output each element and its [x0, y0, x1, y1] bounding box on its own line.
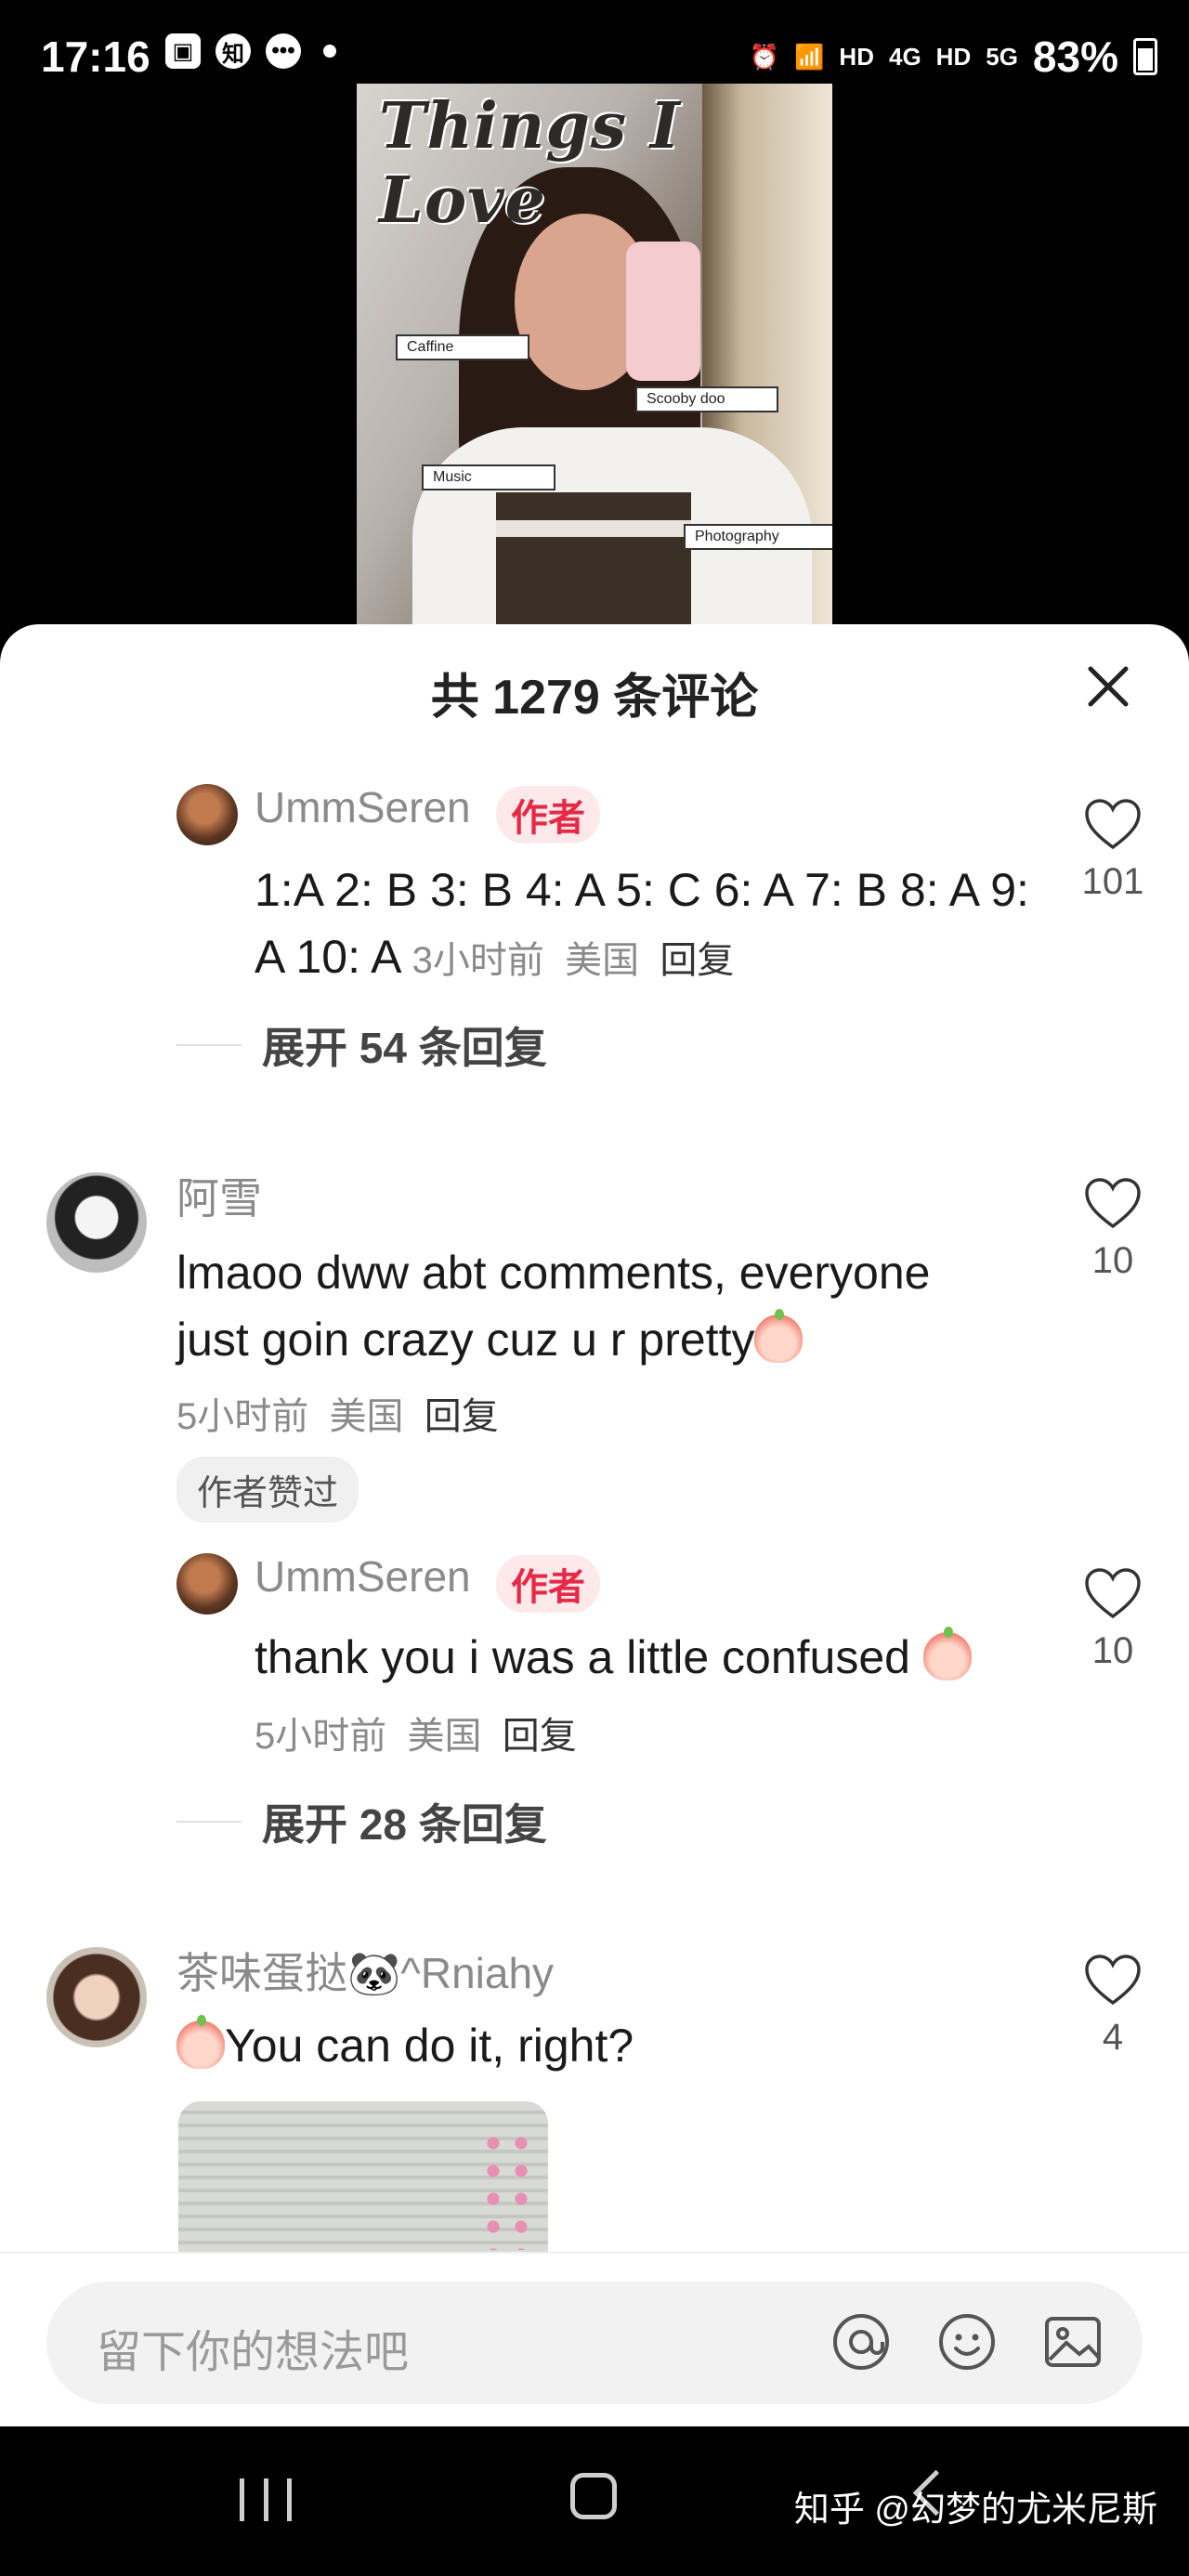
comment-input-placeholder: 留下你的想法吧 — [97, 2328, 410, 2377]
network-4g-label: 4G — [888, 42, 921, 71]
battery-percent: 83% — [1032, 33, 1118, 81]
comment-text: 1:A 2: B 3: B 4: A 5: C 6: A 7: B 8: A 9… — [255, 856, 1035, 994]
like-count: 4 — [1102, 2017, 1124, 2058]
comment-meta: 3小时前 美国 回复 — [412, 940, 735, 981]
author-badge: 作者 — [496, 1555, 600, 1613]
recent-apps-icon[interactable] — [240, 2478, 292, 2521]
status-right: ⏰ 📶 HD 4G HD 5G 83% — [750, 32, 1157, 82]
network-5g-label: 5G — [986, 42, 1018, 71]
hd-label-1: HD — [839, 42, 874, 71]
poster-top — [496, 492, 691, 632]
like-count: 10 — [1091, 1630, 1134, 1671]
comment-text: You can do it, right? — [176, 2012, 1013, 2079]
close-icon[interactable] — [1085, 663, 1131, 710]
poster-title: Things I Love — [379, 89, 681, 238]
comment-text-content: You can do it, right? — [225, 2020, 634, 2072]
sheet-title: 共 1279 条评论 — [430, 671, 759, 725]
comment-location: 美国 — [329, 1396, 404, 1437]
expand-replies-label[interactable]: 展开 28 条回复 — [262, 1791, 547, 1852]
heart-icon — [1085, 1178, 1141, 1229]
comment-text: lmaoo dww abt comments, everyone just go… — [176, 1239, 1013, 1373]
poster-tag-scooby: Scooby doo — [635, 386, 778, 412]
reply-button[interactable]: 回复 — [660, 940, 734, 981]
like-button[interactable]: 4 — [1076, 1953, 1150, 2059]
heart-icon — [1085, 1955, 1141, 2006]
comment-time: 3小时前 — [412, 940, 544, 981]
comment-time: 5小时前 — [176, 1396, 309, 1437]
comment-text-content: thank you i was a little confused — [255, 1631, 910, 1683]
zhihu-icon: 知 — [216, 33, 251, 69]
avatar-rniahy[interactable] — [46, 1947, 147, 2047]
comment-text-content: lmaoo dww abt comments, everyone just go… — [176, 1247, 931, 1366]
comment-input[interactable]: 留下你的想法吧 — [46, 2282, 1143, 2404]
battery-icon — [1133, 38, 1157, 75]
like-button[interactable]: 10 — [1076, 1566, 1150, 1672]
comment-meta: 5小时前 美国 回复 — [255, 1706, 577, 1759]
comment-input-bar: 留下你的想法吧 — [0, 2252, 1189, 2428]
comment-username[interactable]: UmmSeren — [255, 1551, 471, 1602]
poster-tag-music: Music — [422, 464, 555, 490]
peach-emoji-icon — [176, 2015, 225, 2069]
avatar-axue[interactable] — [46, 1172, 147, 1273]
comment-time: 5小时前 — [255, 1716, 387, 1757]
heart-icon — [1085, 799, 1141, 850]
attachment-flowers — [479, 2129, 535, 2250]
like-count: 101 — [1081, 861, 1144, 902]
author-badge: 作者 — [496, 786, 600, 843]
hd-label-2: HD — [935, 42, 972, 71]
poster-tag-caffine: Caffine — [396, 334, 529, 360]
system-navigation-bar: 知乎 @幻梦的尤米尼斯 — [0, 2426, 1189, 2576]
status-left-icons: ▣ 知 ••• — [165, 33, 336, 69]
like-button[interactable]: 10 — [1076, 1176, 1150, 1282]
comment-username[interactable]: 阿雪 — [176, 1165, 262, 1226]
expand-divider — [176, 1821, 242, 1823]
emoji-icon[interactable] — [934, 2309, 1000, 2374]
comment-username[interactable]: 茶味蛋挞🐼^Rniahy — [176, 1940, 554, 2001]
status-time: 17:16 — [41, 33, 150, 81]
comment-username[interactable]: UmmSeren — [255, 782, 471, 832]
gallery-icon: ▣ — [165, 33, 201, 69]
expand-replies[interactable]: 展开 54 条回复 — [176, 1014, 547, 1076]
poster-phone — [626, 242, 700, 381]
poster-tag-photography: Photography — [684, 524, 832, 550]
expand-replies-label[interactable]: 展开 54 条回复 — [262, 1014, 547, 1076]
alarm-icon: ⏰ — [749, 42, 780, 71]
post-image[interactable]: Things I Love Caffine Scooby doo Music P… — [357, 84, 832, 632]
like-button[interactable]: 101 — [1076, 797, 1150, 903]
mention-icon[interactable] — [829, 2309, 894, 2374]
comment-location: 美国 — [565, 940, 640, 981]
wifi-icon: 📶 — [794, 42, 825, 71]
crying-peach-emoji-icon — [922, 1627, 972, 1680]
avatar-ummseren[interactable] — [176, 1553, 238, 1615]
reply-button[interactable]: 回复 — [503, 1716, 577, 1757]
comment-meta: 5小时前 美国 回复 — [176, 1386, 499, 1440]
poster-stripe — [496, 520, 691, 537]
expand-replies[interactable]: 展开 28 条回复 — [176, 1791, 547, 1852]
comments-sheet: 共 1279 条评论 UmmSeren 作者 1:A 2: B 3: B 4: … — [0, 624, 1189, 2426]
notification-dot-icon — [323, 45, 336, 58]
crying-peach-emoji-icon — [754, 1309, 804, 1363]
expand-divider — [176, 1044, 242, 1046]
chat-icon: ••• — [266, 33, 301, 69]
comment-text: thank you i was a little confused — [255, 1624, 1053, 1691]
image-icon[interactable] — [1040, 2309, 1105, 2374]
avatar-ummseren[interactable] — [176, 784, 238, 845]
like-count: 10 — [1091, 1240, 1134, 1281]
watermark: 知乎 @幻梦的尤米尼斯 — [793, 2491, 1157, 2530]
comment-location: 美国 — [407, 1716, 482, 1757]
heart-icon — [1085, 1568, 1141, 1619]
home-icon[interactable] — [570, 2473, 617, 2519]
reply-button[interactable]: 回复 — [425, 1396, 499, 1437]
author-liked-pill: 作者赞过 — [176, 1457, 359, 1523]
